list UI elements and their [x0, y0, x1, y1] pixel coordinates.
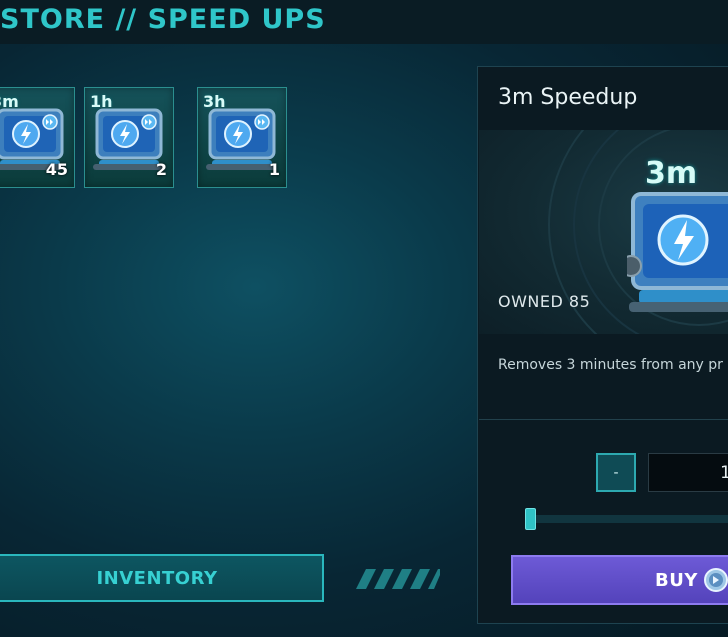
item-slot-1h[interactable]: 1h 2: [84, 87, 174, 188]
item-detail-panel: 3m Speedup 3m OWNED 85 Removes 3 minutes…: [477, 66, 728, 624]
hero-duration-label: 3m: [645, 156, 698, 191]
top-bar: STORE // SPEED UPS: [0, 0, 728, 44]
item-duration-label: 3h: [203, 92, 226, 111]
decorative-stripes: [356, 569, 440, 589]
item-duration-label: 1h: [90, 92, 113, 111]
inventory-button-label: INVENTORY: [96, 567, 218, 589]
divider: [479, 419, 728, 420]
minus-label: -: [613, 464, 619, 481]
coin-icon: [704, 568, 728, 592]
item-slot-3m[interactable]: 3m 45: [0, 87, 75, 188]
item-count: 45: [45, 160, 68, 179]
quantity-input[interactable]: [648, 453, 728, 492]
quantity-slider[interactable]: [532, 515, 728, 523]
buy-button[interactable]: BUY: [511, 555, 728, 605]
quantity-slider-handle[interactable]: [525, 508, 536, 530]
item-description: Removes 3 minutes from any pr: [498, 357, 723, 373]
item-count: 1: [268, 160, 280, 179]
inventory-button[interactable]: INVENTORY: [0, 554, 324, 602]
decrease-quantity-button[interactable]: -: [596, 453, 636, 492]
page-title: STORE // SPEED UPS: [0, 4, 326, 35]
owned-count: OWNED 85: [498, 292, 591, 311]
item-duration-label: 3m: [0, 92, 19, 111]
item-count: 2: [155, 160, 167, 179]
item-slot-3h[interactable]: 3h 1: [197, 87, 287, 188]
item-detail-title: 3m Speedup: [498, 85, 638, 110]
buy-button-label: BUY: [655, 570, 698, 591]
